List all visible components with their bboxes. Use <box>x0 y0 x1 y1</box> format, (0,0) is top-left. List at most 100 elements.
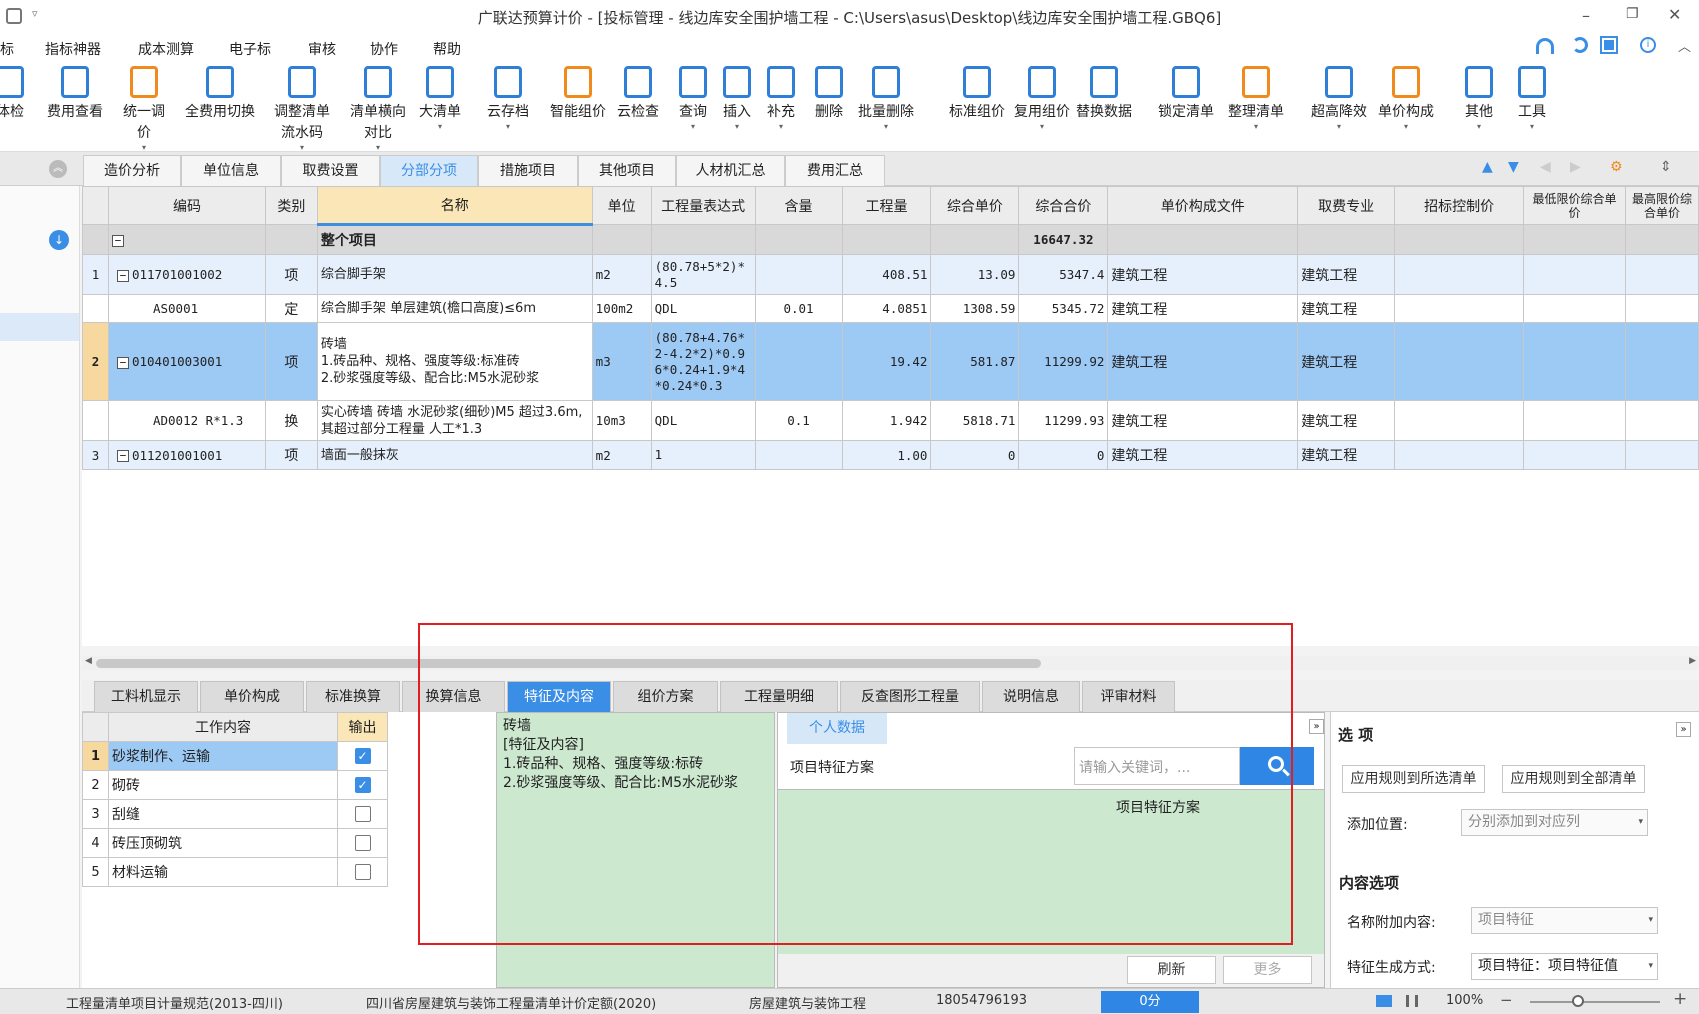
tab-6[interactable]: 人材机汇总 <box>676 155 785 186</box>
apps-icon[interactable] <box>1600 36 1618 54</box>
cell-unit[interactable]: 100m2 <box>591 294 652 323</box>
feature-gen-select[interactable]: 项目特征：项目特征值 ▾ <box>1471 953 1658 980</box>
toolbar-button-11[interactable]: 插入 ▾ <box>716 62 758 131</box>
cell-code[interactable]: −010401003001 <box>107 322 266 401</box>
column-adjust-icon[interactable]: ⇕ <box>1660 159 1672 175</box>
menu-item-bid[interactable]: 标 <box>0 39 14 59</box>
toolbar-button-12[interactable]: 补充 ▾ <box>760 62 802 131</box>
toolbar-button-21[interactable]: 单价构成 ▾ <box>1374 62 1438 131</box>
cell-type[interactable]: 项 <box>264 322 318 401</box>
zoom-slider-handle[interactable] <box>1572 995 1584 1007</box>
cell-major[interactable]: 建筑工程 <box>1297 440 1396 470</box>
cell-file[interactable]: 建筑工程 <box>1107 322 1299 401</box>
work-name[interactable]: 材料运输 <box>108 857 338 887</box>
header-unit[interactable]: 单位 <box>591 186 652 225</box>
header-type[interactable]: 类别 <box>264 186 318 225</box>
cell-type[interactable]: 定 <box>264 294 318 323</box>
cell-major[interactable]: 建筑工程 <box>1297 294 1396 323</box>
cell-code[interactable]: −011701001002 <box>107 254 266 295</box>
cell-file[interactable]: 建筑工程 <box>1107 400 1299 441</box>
cell-empty[interactable] <box>1394 254 1525 295</box>
header-control-price[interactable]: 招标控制价 <box>1394 186 1525 225</box>
cell-expr[interactable]: QDL <box>650 294 756 323</box>
cell-type[interactable]: 项 <box>264 440 318 470</box>
output-checkbox[interactable] <box>354 864 371 880</box>
cell-major[interactable]: 建筑工程 <box>1297 400 1396 441</box>
more-button[interactable]: 更多 <box>1223 956 1312 984</box>
work-output-cell[interactable] <box>337 857 388 887</box>
work-output-cell[interactable] <box>337 799 388 829</box>
cell-empty[interactable] <box>1624 400 1699 441</box>
cell-content[interactable] <box>754 322 843 401</box>
table-row[interactable]: 3−011201001001 项墙面一般抹灰 m2 1 1.00 0 0 建筑工程 建筑工程 <box>82 440 1699 470</box>
close-icon[interactable]: ✕ <box>1668 5 1681 24</box>
table-row[interactable]: 2−010401003001 项砖墙 1.砖品种、规格、强度等级:标准砖 2.砂浆… <box>82 322 1699 401</box>
name-append-select[interactable]: 项目特征 ▾ <box>1471 907 1658 934</box>
cell-empty[interactable] <box>1523 400 1626 441</box>
collapse-panel-icon[interactable]: ︽ <box>49 160 67 178</box>
collapse-icon[interactable]: − <box>116 450 129 462</box>
toolbar-button-0[interactable]: 体检 <box>0 62 30 123</box>
arrow-left-icon[interactable]: ◀ <box>1540 159 1551 175</box>
settings-icon[interactable]: ⚙ <box>1610 159 1623 175</box>
toolbar-button-18[interactable]: 锁定清单 <box>1152 62 1220 123</box>
cell-qty[interactable]: 1.942 <box>841 400 932 441</box>
work-name[interactable]: 砂浆制作、运输 <box>108 741 338 771</box>
scroll-left-icon[interactable]: ◀ <box>85 656 92 666</box>
arrow-right-icon[interactable]: ▶ <box>1570 159 1581 175</box>
work-row[interactable]: 3 刮缝 <box>82 799 388 829</box>
cell-qty[interactable]: 408.51 <box>841 254 932 295</box>
toolbar-button-19[interactable]: 整理清单 ▾ <box>1222 62 1290 131</box>
menu-item-ebid[interactable]: 电子标 <box>229 39 271 59</box>
tab-4[interactable]: 措施项目 <box>478 155 578 186</box>
refresh-button[interactable]: 刷新 <box>1127 956 1216 984</box>
cell-expr[interactable]: QDL <box>650 400 756 441</box>
menu-item-index[interactable]: 指标神器 <box>45 39 101 59</box>
toolbar-button-8[interactable]: 智能组价 <box>548 62 608 123</box>
work-output-cell[interactable]: ✓ <box>337 741 388 771</box>
header-price[interactable]: 综合单价 <box>930 186 1020 225</box>
cell-major[interactable]: 建筑工程 <box>1297 322 1396 401</box>
header-name[interactable]: 名称 <box>316 186 593 226</box>
tab-0[interactable]: 造价分析 <box>83 155 181 186</box>
table-row[interactable]: AS0001 定综合脚手架 单层建筑(檐口高度)≤6m 100m2 QDL 0.01 4.… <box>82 294 1699 323</box>
table-row[interactable]: AD0012 R*1.3 换实心砖墙 砖墙 水泥砂浆(细砂)M5 超过3.6m,其… <box>82 400 1699 441</box>
minimize-icon[interactable]: – <box>1582 6 1590 25</box>
collapse-icon[interactable]: − <box>116 269 129 282</box>
collapse-toggle[interactable]: − <box>107 224 266 255</box>
score-badge[interactable]: 0分 <box>1101 991 1199 1013</box>
cell-expr[interactable]: (80.78+5*2)*4.5 <box>650 254 756 295</box>
scroll-right-icon[interactable]: ▶ <box>1689 656 1696 666</box>
tab-1[interactable]: 单位信息 <box>181 155 281 186</box>
cell-name[interactable]: 实心砖墙 砖墙 水泥砂浆(细砂)M5 超过3.6m,其超过部分工程量 人工*1.… <box>316 400 593 441</box>
cell-type[interactable]: 换 <box>264 400 318 441</box>
cell-content[interactable]: 0.1 <box>754 400 843 441</box>
cell-code[interactable]: AD0012 R*1.3 <box>107 400 266 441</box>
work-name[interactable]: 砖压顶砌筑 <box>108 828 338 858</box>
work-row[interactable]: 4 砖压顶砌筑 <box>82 828 388 858</box>
expand-right-icon[interactable]: » <box>1309 719 1324 734</box>
cell-empty[interactable] <box>1523 254 1626 295</box>
cell-empty[interactable] <box>1624 294 1699 323</box>
output-checkbox[interactable] <box>354 835 371 851</box>
cell-content[interactable]: 0.01 <box>754 294 843 323</box>
header-max-price[interactable]: 最高限价综合单价 <box>1624 186 1699 225</box>
work-output-cell[interactable] <box>337 828 388 858</box>
header-expr[interactable]: 工程量表达式 <box>650 186 756 225</box>
cell-unit[interactable]: 10m3 <box>591 400 652 441</box>
toolbar-button-6[interactable]: 大清单 ▾ <box>410 62 470 131</box>
header-content[interactable]: 含量 <box>754 186 843 225</box>
header-total[interactable]: 综合合价 <box>1018 186 1109 225</box>
group-name[interactable]: 整个项目 <box>316 224 593 255</box>
cell-empty[interactable] <box>1394 322 1525 401</box>
work-row[interactable]: 5 材料运输 <box>82 857 388 887</box>
cell-empty[interactable] <box>1523 440 1626 470</box>
cell-content[interactable] <box>754 440 843 470</box>
output-checkbox[interactable]: ✓ <box>354 777 371 793</box>
view-mode-icon[interactable] <box>1376 995 1392 1007</box>
toolbar-button-3[interactable]: 全费用切换 <box>180 62 260 123</box>
arrow-up-icon[interactable]: ▲ <box>1482 159 1493 175</box>
toolbar-button-14[interactable]: 批量删除 ▾ <box>852 62 920 131</box>
cell-code[interactable]: AS0001 <box>107 294 266 323</box>
cell-name[interactable]: 墙面一般抹灰 <box>316 440 593 470</box>
